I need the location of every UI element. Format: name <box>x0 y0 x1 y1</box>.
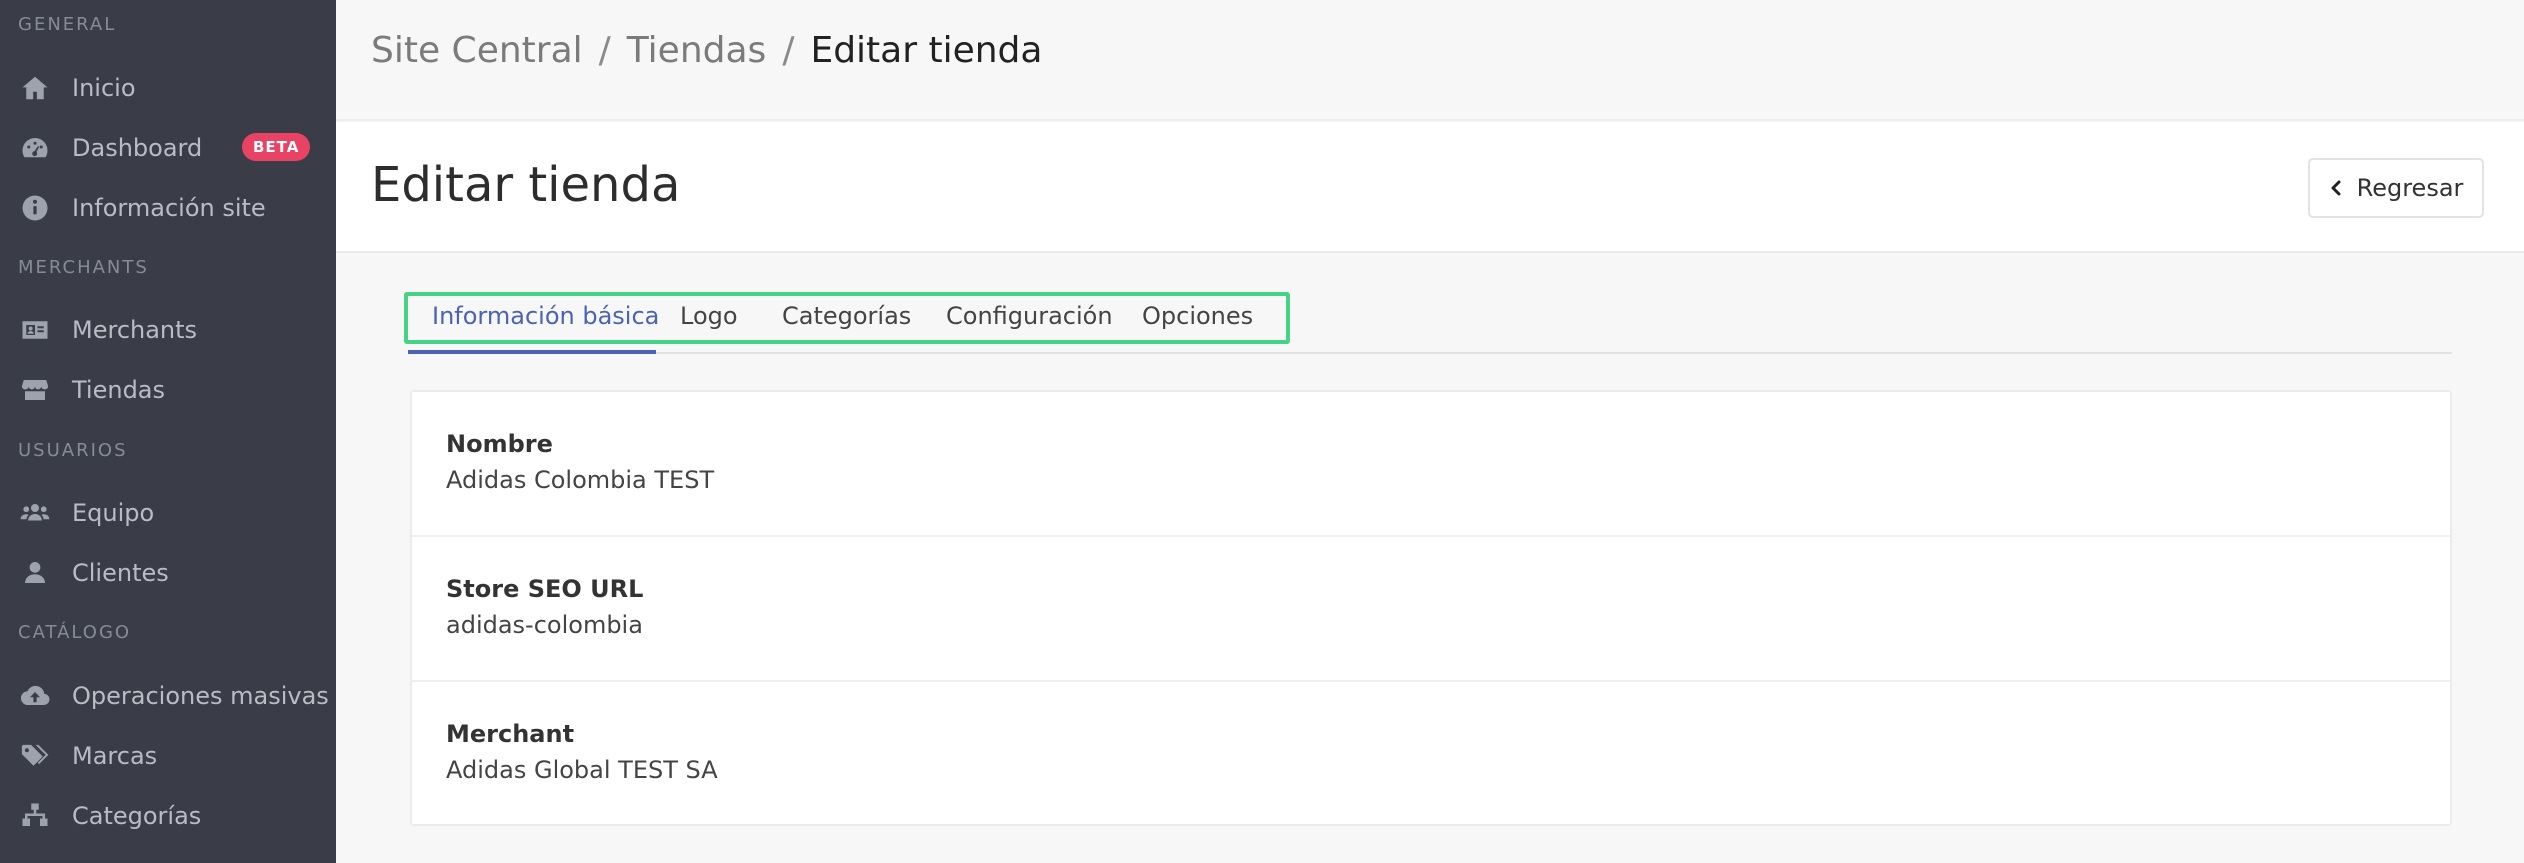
sidebar: GENERAL Inicio Dashboard BETA Informació… <box>0 0 336 863</box>
user-icon <box>18 556 52 590</box>
sidebar-item-categorias[interactable]: Categorías <box>0 788 336 844</box>
sidebar-item-label: Merchants <box>72 316 198 344</box>
sidebar-item-tiendas[interactable]: Tiendas <box>0 362 336 418</box>
info-icon <box>18 191 52 225</box>
section-label-merchants: MERCHANTS <box>18 257 149 278</box>
home-icon <box>18 71 52 105</box>
field-label: Nombre <box>446 430 553 458</box>
sidebar-item-operaciones-masivas[interactable]: Operaciones masivas <box>0 668 336 724</box>
breadcrumb: Site Central / Tiendas / Editar tienda <box>371 30 1042 71</box>
active-tab-indicator <box>408 350 656 354</box>
users-icon <box>18 496 52 530</box>
sidebar-item-label: Clientes <box>72 559 169 587</box>
sidebar-item-label: Equipo <box>72 499 155 527</box>
breadcrumb-separator: / <box>782 30 795 71</box>
sidebar-item-equipo[interactable]: Equipo <box>0 485 336 541</box>
back-button-label: Regresar <box>2356 174 2464 202</box>
tab-opciones[interactable]: Opciones <box>1142 302 1253 330</box>
beta-badge: BETA <box>242 133 311 161</box>
sidebar-item-inicio[interactable]: Inicio <box>0 60 336 116</box>
cloud-upload-icon <box>18 679 52 713</box>
breadcrumb-separator: / <box>598 30 611 71</box>
tab-bar: Información básica Logo Categorías Confi… <box>404 292 2452 354</box>
field-value: Adidas Colombia TEST <box>446 466 715 494</box>
section-label-general: GENERAL <box>18 14 117 35</box>
sidebar-item-label: Operaciones masivas <box>72 682 329 710</box>
sitemap-icon <box>18 799 52 833</box>
sidebar-item-marcas[interactable]: Marcas <box>0 728 336 784</box>
sidebar-item-dashboard[interactable]: Dashboard BETA <box>0 120 336 176</box>
chevron-left-icon <box>2331 180 2341 196</box>
tab-categorias[interactable]: Categorías <box>782 302 911 330</box>
sidebar-item-label: Categorías <box>72 802 202 830</box>
gauge-icon <box>18 131 52 165</box>
breadcrumb-tiendas[interactable]: Tiendas <box>627 30 767 71</box>
field-row-store-seo-url: Store SEO URL adidas-colombia <box>412 537 2450 682</box>
field-value: adidas-colombia <box>446 611 643 639</box>
back-button[interactable]: Regresar <box>2308 158 2484 218</box>
section-label-catalogo: CATÁLOGO <box>18 622 132 643</box>
sidebar-item-clientes[interactable]: Clientes <box>0 545 336 601</box>
page-title: Editar tienda <box>371 157 681 213</box>
sidebar-item-label: Dashboard <box>72 134 203 162</box>
topbar: Site Central / Tiendas / Editar tienda <box>336 0 2524 121</box>
field-label: Merchant <box>446 720 575 748</box>
store-icon <box>18 373 52 407</box>
field-value: Adidas Global TEST SA <box>446 756 718 784</box>
sidebar-item-merchants[interactable]: Merchants <box>0 302 336 358</box>
tags-icon <box>18 739 52 773</box>
field-row-merchant: Merchant Adidas Global TEST SA <box>412 682 2450 827</box>
field-label: Store SEO URL <box>446 575 644 603</box>
tab-informacion-basica[interactable]: Información básica <box>432 302 659 330</box>
id-card-icon <box>18 313 52 347</box>
tab-logo[interactable]: Logo <box>680 302 738 330</box>
field-row-nombre: Nombre Adidas Colombia TEST <box>412 392 2450 537</box>
breadcrumb-site-central[interactable]: Site Central <box>371 30 583 71</box>
sidebar-item-label: Información site <box>72 194 266 222</box>
store-details-card: Nombre Adidas Colombia TEST Store SEO UR… <box>410 390 2452 826</box>
sidebar-item-label: Inicio <box>72 74 136 102</box>
breadcrumb-current: Editar tienda <box>810 30 1043 71</box>
tab-configuracion[interactable]: Configuración <box>946 302 1113 330</box>
sidebar-item-label: Marcas <box>72 742 158 770</box>
section-label-usuarios: USUARIOS <box>18 440 128 461</box>
page-header: Editar tienda Regresar <box>336 122 2524 253</box>
sidebar-item-informacion-site[interactable]: Información site <box>0 180 336 236</box>
sidebar-item-label: Tiendas <box>72 376 166 404</box>
